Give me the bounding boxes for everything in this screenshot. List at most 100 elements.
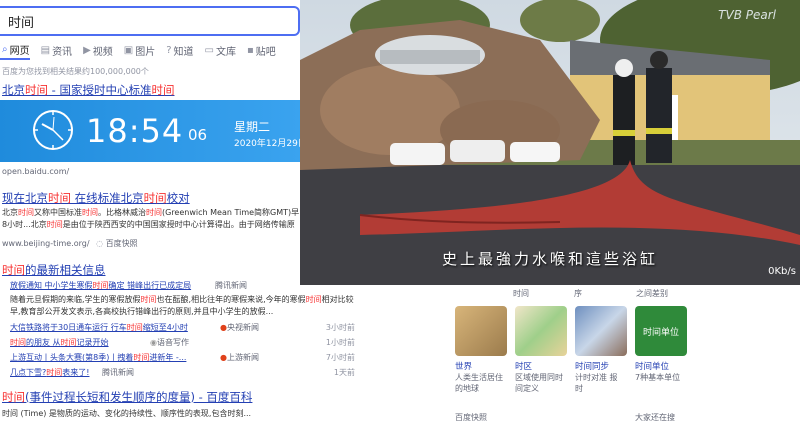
result-title-baike[interactable]: 时间(事件过程长短和发生顺序的度量) - 百度百科 (2, 389, 252, 405)
tab-label: 文库 (215, 46, 236, 58)
tab-label: 贴吧 (255, 46, 276, 58)
title-part: 校对 (166, 191, 190, 205)
news-time: 7小时前 (325, 353, 355, 362)
result-snippet: 北京时间又称中国标准时间。比格林威治时间(Greenwich Mean Time… (2, 207, 300, 231)
news-item[interactable]: 几点下雪?时间表来了! 腾讯新闻 1天前 (10, 367, 355, 380)
title-part: 大信铁路将于30日通车运行 行车 (10, 323, 127, 332)
info-icon: ▤ (40, 44, 51, 56)
tab-news[interactable]: ▤ 资讯 (39, 40, 72, 60)
voice-icon: ◉ (150, 338, 157, 347)
title-part: 在线标准北京 (71, 191, 144, 205)
related-footer-right[interactable]: 大家还在搜 (635, 412, 675, 423)
related-card-timezone[interactable]: 时区 区域使用同时 间定义 (515, 306, 567, 394)
result-snippet: 时间 (Time) 是物质的运动、变化的持续性、顺序性的表现,包含时刻... (2, 409, 252, 418)
related-footer-left[interactable]: 百度快照 (455, 412, 487, 423)
title-highlight: 时间 (126, 323, 143, 332)
title-highlight: 时间 (10, 338, 26, 347)
related-top-label: 序 (574, 289, 582, 298)
card-desc: 区域使用同时 (515, 373, 563, 382)
current-time: 18:54 (86, 112, 184, 150)
title-highlight: 时间 (2, 263, 25, 277)
search-icon: ⌕ (2, 43, 8, 55)
world-map-thumbnail (455, 306, 507, 356)
news-time: 1小时前 (325, 338, 355, 347)
thumb-text: 时间单位 (642, 327, 679, 338)
title-part: 放假通知 中小学生寒假 (10, 281, 93, 290)
network-speed: 0Kb/s (768, 266, 796, 277)
title-highlight: 时间 (143, 191, 167, 205)
card-name: 时间同步 (575, 362, 610, 372)
doc-icon: ▭ (204, 44, 214, 56)
video-subtitle: 史上最強力水喉和這些浴缸 (441, 250, 658, 268)
news-item[interactable]: 时间的朋友 从时间记录开始 ◉语音写作 1小时前 (10, 337, 355, 350)
card-name: 时间单位 (635, 362, 670, 372)
related-card-world[interactable]: 世界 人类生活居住 的地球 (455, 306, 507, 394)
result-source-row: www.beijing-time.org/ ◌ 百度快照 (2, 238, 138, 249)
title-highlight: 时间 (46, 368, 63, 377)
news-source-wrap: ◉语音写作 (150, 337, 189, 348)
video-icon: ▶ (83, 44, 91, 56)
result-source[interactable]: open.baidu.com/ (2, 167, 69, 176)
channel-watermark: TVB Pearl (718, 8, 776, 22)
card-name: 世界 (455, 362, 473, 372)
tab-label: 资讯 (52, 46, 73, 58)
title-part: 的最新相关信息 (25, 263, 106, 277)
upstream-news-icon: ● (220, 353, 227, 362)
snapshot-link[interactable]: 百度快照 (106, 239, 138, 248)
time-widget: 18:54 06 星期二 2020年12月29日 (0, 100, 300, 162)
news-source: 上游新闻 (226, 353, 259, 362)
snippet-highlight: 时间 (46, 220, 63, 229)
card-desc: 间定义 (515, 384, 539, 393)
tab-wenku[interactable]: ▭ 文库 (203, 40, 236, 60)
title-highlight: 时间 (92, 281, 109, 290)
news-title: 时间的朋友 从时间记录开始 (10, 337, 109, 348)
snippet-part: 随着元旦假期的来临,学生的寒假放假 (10, 295, 141, 304)
title-part: - 国家授时中心标准 (48, 83, 152, 97)
tab-tieba[interactable]: ▪ 贴吧 (245, 40, 276, 60)
result-source-url[interactable]: www.beijing-time.org/ (2, 239, 90, 248)
card-name: 时区 (515, 362, 533, 372)
title-part: 进新年 -... (149, 353, 187, 362)
related-top-label: 时间 (513, 289, 529, 298)
card-desc: 计时对准 报 (575, 373, 618, 382)
tab-label: 网页 (9, 45, 30, 57)
news-source: 语音写作 (156, 338, 189, 347)
related-card-time-sync[interactable]: 时间同步 计时对准 报 时 (575, 306, 627, 394)
card-desc: 的地球 (455, 384, 479, 393)
tab-zhidao[interactable]: ? 知道 (164, 40, 193, 60)
tab-label: 知道 (173, 46, 194, 58)
news-item[interactable]: 上游互动丨头条大赛(第8季)丨拽着时间进新年 -... ●上游新闻 7小时前 (10, 352, 355, 365)
news-title: 几点下雪?时间表来了! (10, 367, 89, 378)
title-highlight: 时间 (133, 353, 150, 362)
tab-web[interactable]: ⌕ 网页 (0, 40, 30, 60)
news-snippet: 随着元旦假期的来临,学生的寒假放假时间也在酝酿,相比往年的寒假来说,今年的寒假时… (10, 294, 355, 318)
snippet-part: 又称中国标准 (34, 208, 82, 217)
card-desc: 7种基本单位 (635, 373, 681, 382)
title-part: 表来了! (62, 368, 90, 377)
news-source: 央视新闻 (226, 323, 259, 332)
search-input[interactable] (0, 8, 290, 34)
time-unit-thumbnail: 时间单位 (635, 306, 687, 356)
news-item[interactable]: 大信铁路将于30日通车运行 行车时间缩短至4小时 ●央视新闻 3小时前 (10, 322, 355, 335)
news-section-title[interactable]: 时间的最新相关信息 (2, 262, 106, 278)
search-box[interactable] (0, 6, 300, 36)
snippet-highlight: 时间 (18, 208, 34, 217)
result-title-beijing-time-org[interactable]: 现在北京时间 在线标准北京时间校对 (2, 190, 190, 206)
result-title-beijing-time[interactable]: 北京时间 - 国家授时中心标准时间 (2, 82, 174, 98)
news-source-wrap: ●央视新闻 (220, 322, 259, 333)
card-desc: 人类生活居住 (455, 373, 503, 382)
tab-label: 视频 (92, 46, 113, 58)
current-weekday: 星期二 (234, 120, 271, 134)
related-card-time-unit[interactable]: 时间单位 时间单位 7种基本单位 (635, 306, 687, 383)
tab-video[interactable]: ▶ 视频 (81, 40, 113, 60)
title-highlight: 时间 (2, 390, 25, 404)
current-seconds: 06 (188, 126, 208, 144)
news-title: 上游互动丨头条大赛(第8季)丨拽着时间进新年 -... (10, 352, 186, 363)
snippet-part: 也在酝酿,相比往年的寒假来说,今年的寒假 (156, 295, 306, 304)
clock-icon (33, 110, 73, 150)
tab-label: 图片 (135, 46, 156, 58)
result-count: 百度为您找到相关结果约100,000,000个 (2, 67, 149, 76)
time-sync-thumbnail (575, 306, 627, 356)
video-player[interactable]: TVB Pearl 史上最強力水喉和這些浴缸 0Kb/s (300, 0, 800, 285)
tab-image[interactable]: ▣ 图片 (122, 40, 155, 60)
